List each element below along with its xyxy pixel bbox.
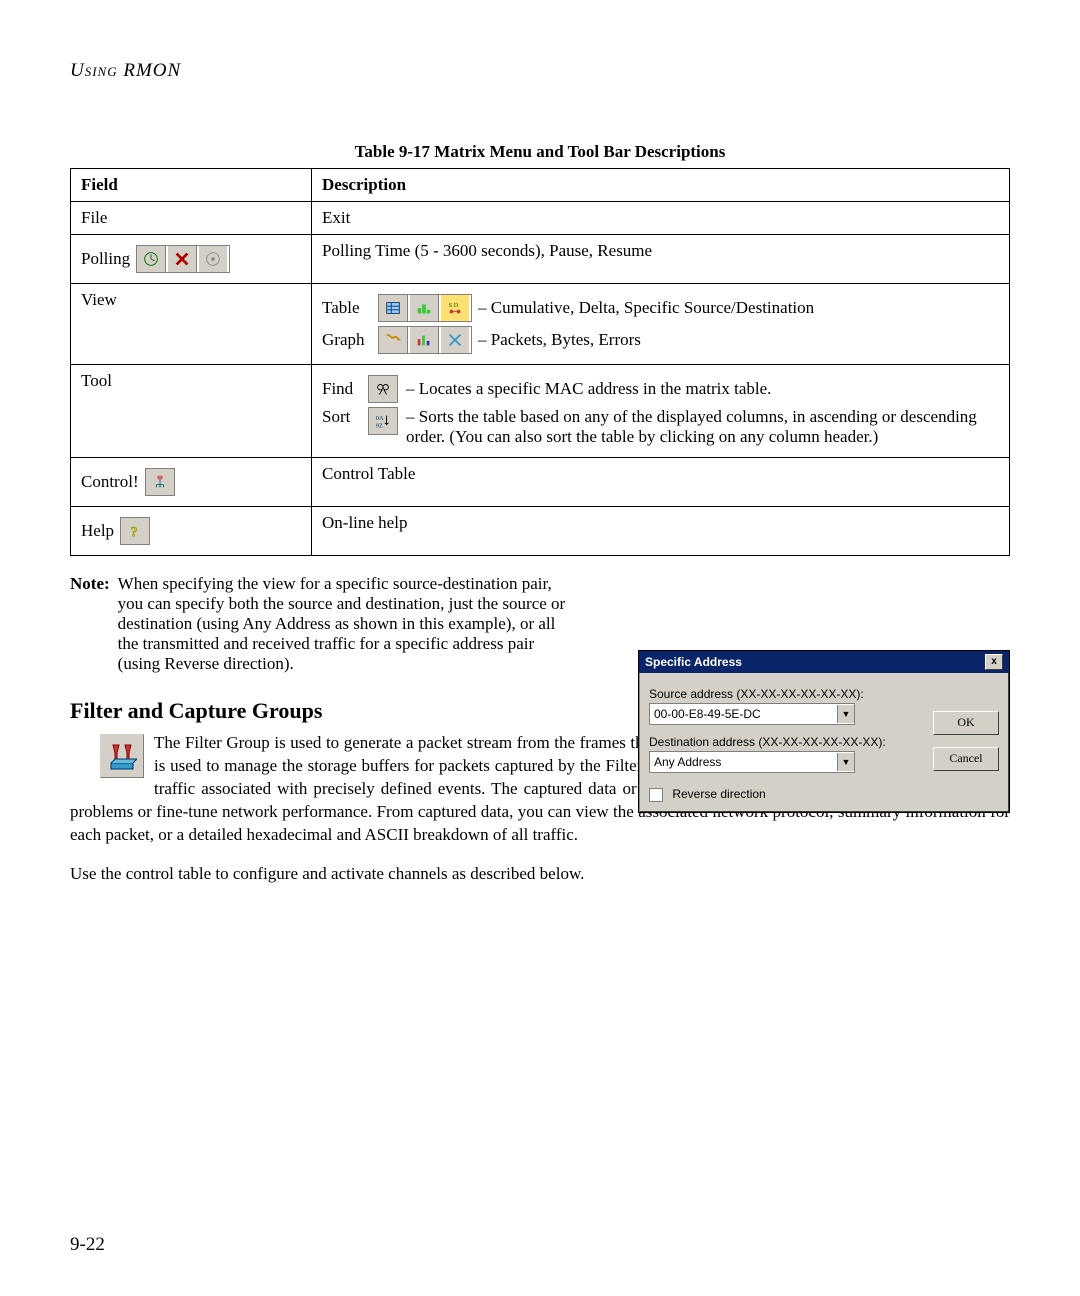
page-number: 9-22	[70, 1234, 105, 1256]
sort-icon[interactable]: 0A9Z	[368, 407, 398, 435]
polling-time-icon[interactable]	[137, 246, 166, 272]
note-body: When specifying the view for a specific …	[118, 574, 578, 674]
control-desc: Control Table	[312, 458, 1010, 507]
view-graph-toolbar	[378, 326, 472, 354]
view-field: View	[71, 284, 312, 365]
control-field: Control!	[81, 472, 139, 492]
tool-sort-label: Sort	[322, 407, 362, 427]
polling-toolbar	[136, 245, 230, 273]
svg-text:?: ?	[131, 524, 138, 540]
row-file: File Exit	[71, 202, 1010, 235]
chevron-down-icon[interactable]: ▼	[837, 705, 854, 723]
help-field: Help	[81, 521, 114, 541]
row-control: Control! Control Table	[71, 458, 1010, 507]
close-icon[interactable]: x	[985, 654, 1003, 670]
row-tool: Tool Find – Locates a specific MAC addre…	[71, 365, 1010, 458]
graph-errors-icon[interactable]	[441, 327, 469, 353]
help-icon[interactable]: ?	[120, 517, 150, 545]
file-field: File	[71, 202, 312, 235]
matrix-table: Field Description File Exit Polling Poll…	[70, 168, 1010, 556]
section-para2: Use the control table to configure and a…	[70, 863, 1010, 886]
tool-find-label: Find	[322, 379, 362, 399]
svg-text:9Z: 9Z	[376, 422, 383, 429]
view-table-toolbar: S D	[378, 294, 472, 322]
table-cumulative-icon[interactable]	[379, 295, 408, 321]
filter-capture-icon	[100, 734, 144, 778]
tool-sort-desc: – Sorts the table based on any of the di…	[406, 407, 999, 447]
chevron-down-icon[interactable]: ▼	[837, 753, 854, 771]
col-field: Field	[71, 169, 312, 202]
table-specific-icon[interactable]: S D	[441, 295, 469, 321]
src-address-value: 00-00-E8-49-5E-DC	[654, 707, 761, 721]
tool-find-desc: – Locates a specific MAC address in the …	[406, 379, 771, 399]
dst-address-value: Any Address	[654, 755, 721, 769]
reverse-direction-label: Reverse direction	[672, 787, 765, 801]
col-description: Description	[312, 169, 1010, 202]
view-table-desc: – Cumulative, Delta, Specific Source/Des…	[478, 298, 814, 318]
polling-resume-icon[interactable]	[199, 246, 227, 272]
graph-packets-icon[interactable]	[379, 327, 408, 353]
view-graph-label: Graph	[322, 330, 372, 350]
note-label: Note:	[70, 574, 110, 674]
svg-text:S D: S D	[449, 302, 459, 309]
help-desc: On-line help	[312, 507, 1010, 556]
specific-address-dialog: Specific Address x Source address (XX-XX…	[638, 650, 1010, 813]
reverse-direction-checkbox[interactable]	[649, 788, 663, 802]
ok-button[interactable]: OK	[933, 711, 999, 735]
page-header: Using RMON	[70, 60, 1010, 82]
row-help: Help ? On-line help	[71, 507, 1010, 556]
table-caption: Table 9-17 Matrix Menu and Tool Bar Desc…	[70, 142, 1010, 162]
svg-text:0A: 0A	[376, 415, 384, 422]
polling-desc: Polling Time (5 - 3600 seconds), Pause, …	[312, 235, 1010, 284]
find-icon[interactable]	[368, 375, 398, 403]
view-table-label: Table	[322, 298, 372, 318]
graph-bytes-icon[interactable]	[410, 327, 439, 353]
dst-address-select[interactable]: Any Address ▼	[649, 751, 855, 773]
file-desc: Exit	[312, 202, 1010, 235]
polling-pause-icon[interactable]	[168, 246, 197, 272]
cancel-button[interactable]: Cancel	[933, 747, 999, 771]
src-address-label: Source address (XX-XX-XX-XX-XX-XX):	[649, 687, 919, 701]
row-view: View Table S D – Cumulative, Delta, Spec…	[71, 284, 1010, 365]
control-table-icon[interactable]	[145, 468, 175, 496]
dialog-title: Specific Address	[645, 655, 742, 669]
row-polling: Polling Polling Time (5 - 3600 seconds),…	[71, 235, 1010, 284]
src-address-select[interactable]: 00-00-E8-49-5E-DC ▼	[649, 703, 855, 725]
table-delta-icon[interactable]	[410, 295, 439, 321]
polling-field: Polling	[81, 249, 130, 269]
dst-address-label: Destination address (XX-XX-XX-XX-XX-XX):	[649, 735, 919, 749]
view-graph-desc: – Packets, Bytes, Errors	[478, 330, 641, 350]
tool-field: Tool	[71, 365, 312, 458]
